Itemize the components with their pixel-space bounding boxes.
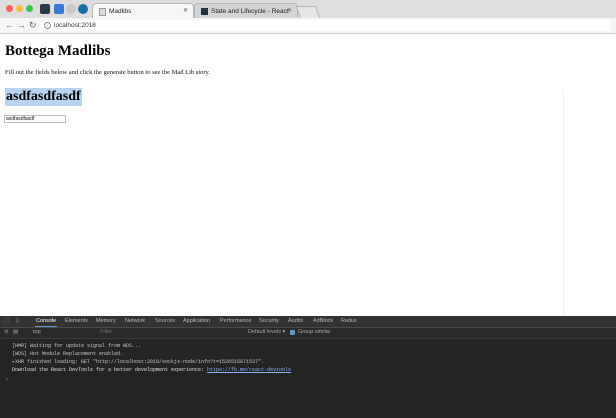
device-toggle-icon[interactable]: ▯ xyxy=(16,318,19,325)
react-devtools-link[interactable]: https://fb.me/react-devtools xyxy=(207,367,291,373)
devtools-tab-elements[interactable]: Elements xyxy=(65,318,88,325)
address-bar: ← → ↻ i localhost:2018 xyxy=(0,18,616,34)
tab-state-and-lifecycle[interactable]: State and Lifecycle - React ✕ xyxy=(194,3,298,18)
devtools-tab-console[interactable]: Console xyxy=(36,318,56,325)
inspect-element-icon[interactable]: ⬚ xyxy=(4,318,9,325)
console-filter-bar: ⊘ ▤ top Filter Default levels ▾ Group si… xyxy=(0,328,616,339)
profile-extension-icon[interactable] xyxy=(78,4,88,14)
console-line: [HMR] Waiting for update signal from WDS… xyxy=(12,343,142,349)
devtools-tab-bar: ⬚ ▯ Console Elements Memory Network Sour… xyxy=(0,316,616,328)
forward-arrow-icon[interactable]: → xyxy=(17,20,26,31)
url-field[interactable]: i localhost:2018 xyxy=(40,20,610,31)
devtools-tab-application[interactable]: Application xyxy=(183,318,210,325)
reload-icon[interactable]: ↻ xyxy=(29,20,37,31)
close-window-icon[interactable] xyxy=(6,5,13,12)
sidebar-toggle-icon[interactable]: ▤ xyxy=(13,329,18,336)
console-filter-input[interactable]: Filter xyxy=(100,329,112,336)
content-divider xyxy=(563,89,564,316)
new-tab-button[interactable] xyxy=(295,6,321,18)
devtools-tab-memory[interactable]: Memory xyxy=(96,318,116,325)
console-line-text: Download the React DevTools for a better… xyxy=(12,367,208,373)
story-input[interactable]: asdfasdfasdf xyxy=(4,115,66,123)
page-title: Bottega Madlibs xyxy=(5,43,111,59)
page-content: Bottega Madlibs Fill out the fields belo… xyxy=(0,34,616,316)
console-line: [WDS] Hot Module Replacement enabled. xyxy=(12,351,124,357)
close-tab-icon[interactable]: ✕ xyxy=(183,4,188,19)
devtools-tab-adblock[interactable]: AdBlock xyxy=(313,318,333,325)
group-similar-label: Group similar xyxy=(298,329,331,335)
story-heading: asdfasdfasdf xyxy=(5,88,82,106)
devtools-tab-redux[interactable]: Redux xyxy=(341,318,357,325)
devtools-tab-network[interactable]: Network xyxy=(125,318,145,325)
tab-madlibs[interactable]: Madlibs ✕ xyxy=(92,3,194,18)
devtools-tab-audits[interactable]: Audits xyxy=(288,318,303,325)
back-arrow-icon[interactable]: ← xyxy=(5,20,14,31)
tab-label: State and Lifecycle - React xyxy=(211,8,289,15)
info-icon[interactable]: i xyxy=(44,22,51,29)
upload-icon[interactable] xyxy=(66,4,76,14)
minimize-window-icon[interactable] xyxy=(16,5,23,12)
extension-icon[interactable] xyxy=(40,4,50,14)
url-text: localhost:2018 xyxy=(54,22,96,29)
group-similar-checkbox[interactable] xyxy=(290,330,295,335)
close-tab-icon[interactable]: ✕ xyxy=(287,4,292,19)
dropbox-icon[interactable] xyxy=(54,4,64,14)
console-line[interactable]: ▸XHR finished loading: GET "http://local… xyxy=(12,359,264,366)
maximize-window-icon[interactable] xyxy=(26,5,33,12)
log-levels-dropdown[interactable]: Default levels ▾ xyxy=(248,329,285,336)
clear-console-icon[interactable]: ⊘ xyxy=(4,329,9,336)
console-line: Download the React DevTools for a better… xyxy=(12,367,291,374)
active-tab-indicator xyxy=(35,326,57,327)
devtools-tab-security[interactable]: Security xyxy=(259,318,279,325)
react-icon xyxy=(201,8,208,15)
context-selector[interactable]: top xyxy=(33,329,41,336)
document-icon xyxy=(99,8,106,16)
devtools-panel: ⬚ ▯ Console Elements Memory Network Sour… xyxy=(0,316,616,418)
devtools-tab-performance[interactable]: Performance xyxy=(220,318,252,325)
page-description: Fill out the fields below and click the … xyxy=(5,69,211,76)
tab-label: Madlibs xyxy=(109,8,132,15)
devtools-tab-sources[interactable]: Sources xyxy=(155,318,175,325)
browser-tab-bar: Madlibs ✕ State and Lifecycle - React ✕ xyxy=(0,0,616,19)
console-prompt-icon[interactable]: › xyxy=(5,376,9,383)
